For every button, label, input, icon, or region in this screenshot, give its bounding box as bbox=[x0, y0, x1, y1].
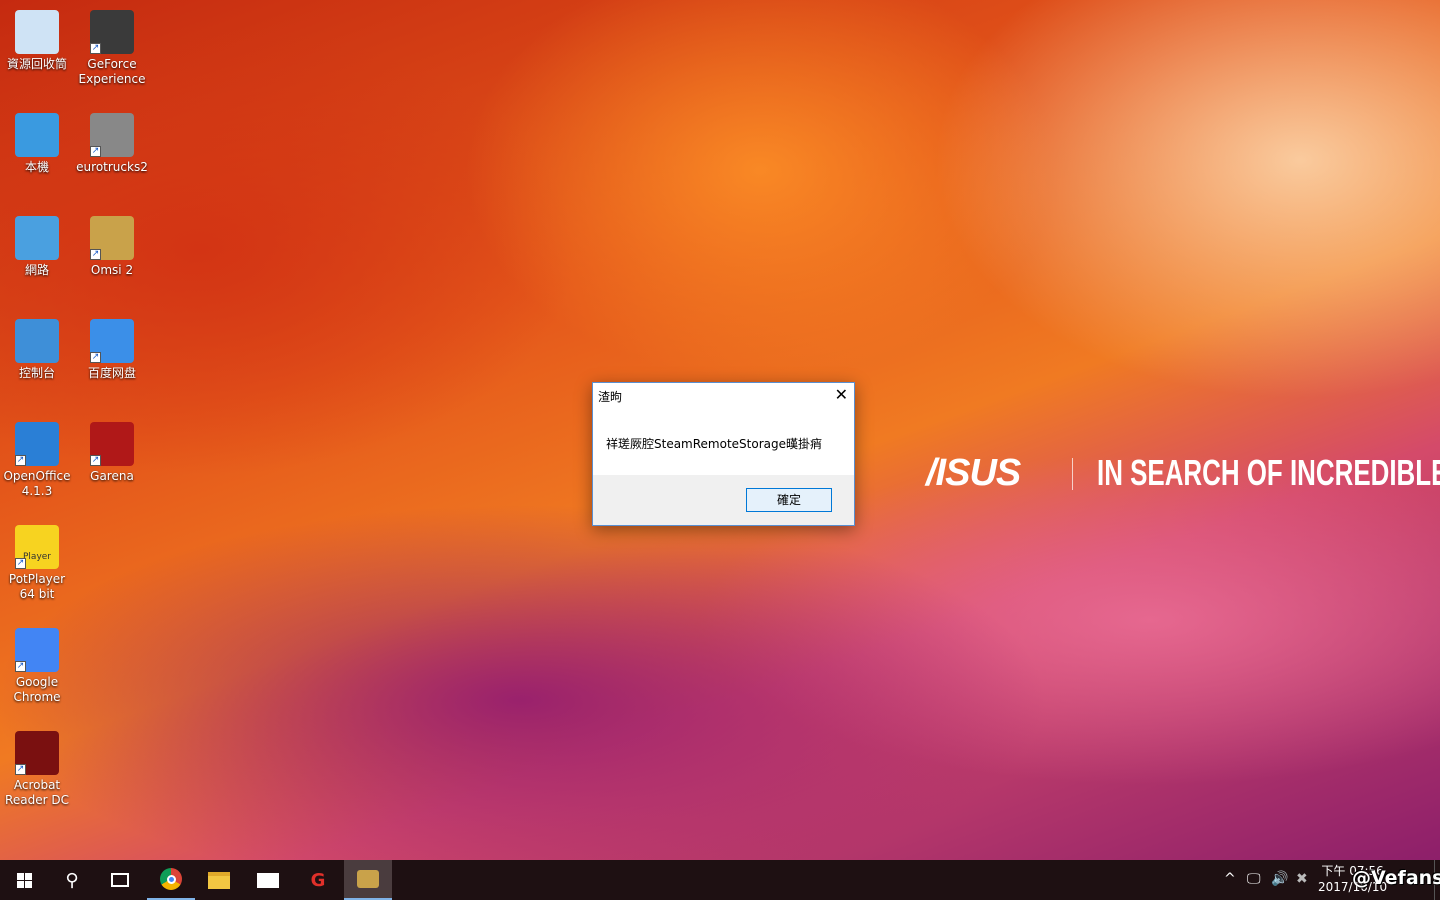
desktop-icon-computer[interactable]: 本機 bbox=[0, 113, 74, 175]
taskbar-file-explorer[interactable] bbox=[195, 860, 243, 900]
message-dialog: 渣昫 ✕ 祥瑳厥腔SteamRemoteStorage暵掛痟 確定 bbox=[592, 382, 855, 526]
chrome-icon: ↗ bbox=[15, 628, 59, 672]
search-icon: ⚲ bbox=[65, 869, 79, 891]
watermark: @Vefans bbox=[1352, 867, 1440, 889]
ok-button[interactable]: 確定 bbox=[746, 488, 832, 512]
windows-icon bbox=[16, 872, 32, 888]
mail-icon bbox=[257, 872, 279, 888]
shortcut-arrow-icon: ↗ bbox=[15, 455, 26, 466]
bus-icon bbox=[357, 870, 379, 888]
taskbar-mail[interactable] bbox=[244, 860, 292, 900]
dialog-title: 渣昫 bbox=[598, 390, 623, 404]
asus-logo: /ISUS bbox=[926, 452, 1021, 494]
bus-icon: ↗ bbox=[90, 216, 134, 260]
start-button[interactable] bbox=[0, 860, 48, 900]
desktop-icon-geforce[interactable]: ↗ GeForce Experience bbox=[75, 10, 149, 87]
network-icon[interactable]: 🖵 bbox=[1247, 871, 1261, 887]
network-icon bbox=[15, 216, 59, 260]
desktop-icon-label: 百度网盘 bbox=[87, 366, 136, 380]
close-icon[interactable]: ✕ bbox=[835, 385, 848, 404]
truck-icon: ↗ bbox=[90, 113, 134, 157]
desktop-icon-acrobat[interactable]: ↗ Acrobat Reader DC bbox=[0, 731, 74, 808]
desktop-icon-label: Garena bbox=[90, 469, 134, 483]
desktop-icon-label: 本機 bbox=[24, 160, 49, 174]
desktop-icon-control-panel[interactable]: 控制台 bbox=[0, 319, 74, 381]
desktop-icon-chrome[interactable]: ↗ Google Chrome bbox=[0, 628, 74, 705]
control-panel-icon bbox=[15, 319, 59, 363]
shortcut-arrow-icon: ↗ bbox=[90, 455, 101, 466]
desktop-icon-baidu-cloud[interactable]: ↗ 百度网盘 bbox=[75, 319, 149, 381]
shortcut-arrow-icon: ↗ bbox=[90, 43, 101, 54]
show-hidden-icons[interactable]: ^ bbox=[1224, 871, 1236, 887]
desktop-icon-label: eurotrucks2 bbox=[76, 160, 148, 174]
desktop-icon-potplayer[interactable]: Player ↗ PotPlayer 64 bit bbox=[0, 525, 74, 602]
shortcut-arrow-icon: ↗ bbox=[15, 661, 26, 672]
taskbar-chrome[interactable] bbox=[147, 860, 195, 900]
task-view-button[interactable] bbox=[96, 860, 144, 900]
folder-icon bbox=[208, 871, 230, 889]
shortcut-arrow-icon: ↗ bbox=[15, 764, 26, 775]
icon-glyph: Player bbox=[23, 552, 52, 562]
shortcut-arrow-icon: ↗ bbox=[15, 558, 26, 569]
status-x-icon[interactable]: ✖ bbox=[1296, 871, 1308, 887]
garena-icon: ↗ bbox=[90, 422, 134, 466]
desktop-icon-label: 控制台 bbox=[18, 366, 55, 380]
desktop-icon-label: PotPlayer 64 bit bbox=[8, 572, 66, 601]
potplayer-icon: Player ↗ bbox=[15, 525, 59, 569]
desktop-icon-label: Acrobat Reader DC bbox=[5, 778, 69, 807]
shortcut-arrow-icon: ↗ bbox=[90, 249, 101, 260]
search-button[interactable]: ⚲ bbox=[48, 860, 96, 900]
logo-divider bbox=[1072, 458, 1073, 490]
desktop-icon-label: GeForce Experience bbox=[78, 57, 146, 86]
garena-icon: G bbox=[310, 869, 326, 891]
geforce-icon: ↗ bbox=[90, 10, 134, 54]
desktop-icon-label: Omsi 2 bbox=[90, 263, 134, 277]
desktop-icon-bus[interactable]: ↗ Omsi 2 bbox=[75, 216, 149, 278]
computer-icon bbox=[15, 113, 59, 157]
chrome-icon bbox=[160, 868, 182, 890]
openoffice-icon: ↗ bbox=[15, 422, 59, 466]
taskbar: ⚲ G ^ 🖵 🔊 ✖ bbox=[0, 860, 1440, 900]
shortcut-arrow-icon: ↗ bbox=[90, 352, 101, 363]
volume-icon[interactable]: 🔊 bbox=[1271, 871, 1288, 887]
recycle-bin-icon bbox=[15, 10, 59, 54]
desktop-icon-label: Google Chrome bbox=[13, 675, 61, 704]
desktop-icon-label: 資源回收筒 bbox=[6, 57, 67, 71]
shortcut-arrow-icon: ↗ bbox=[90, 146, 101, 157]
desktop-icon-recycle-bin[interactable]: 資源回收筒 bbox=[0, 10, 74, 72]
desktop-icon-openoffice[interactable]: ↗ OpenOffice 4.1.3 bbox=[0, 422, 74, 499]
desktop-icon-label: OpenOffice 4.1.3 bbox=[3, 469, 71, 498]
baidu-cloud-icon: ↗ bbox=[90, 319, 134, 363]
desktop-icon-garena[interactable]: ↗ Garena bbox=[75, 422, 149, 484]
taskbar-garena[interactable]: G bbox=[294, 860, 342, 900]
slogan: IN SEARCH OF INCREDIBLE bbox=[1097, 452, 1440, 493]
desktop-icon-truck[interactable]: ↗ eurotrucks2 bbox=[75, 113, 149, 175]
taskbar-omsi-2[interactable] bbox=[344, 860, 392, 900]
desktop-icon-network[interactable]: 網路 bbox=[0, 216, 74, 278]
task-view-icon bbox=[111, 873, 129, 887]
acrobat-icon: ↗ bbox=[15, 731, 59, 775]
dialog-footer: 確定 bbox=[593, 475, 854, 525]
desktop-icon-label: 網路 bbox=[24, 263, 49, 277]
dialog-message: 祥瑳厥腔SteamRemoteStorage暵掛痟 bbox=[606, 437, 823, 451]
